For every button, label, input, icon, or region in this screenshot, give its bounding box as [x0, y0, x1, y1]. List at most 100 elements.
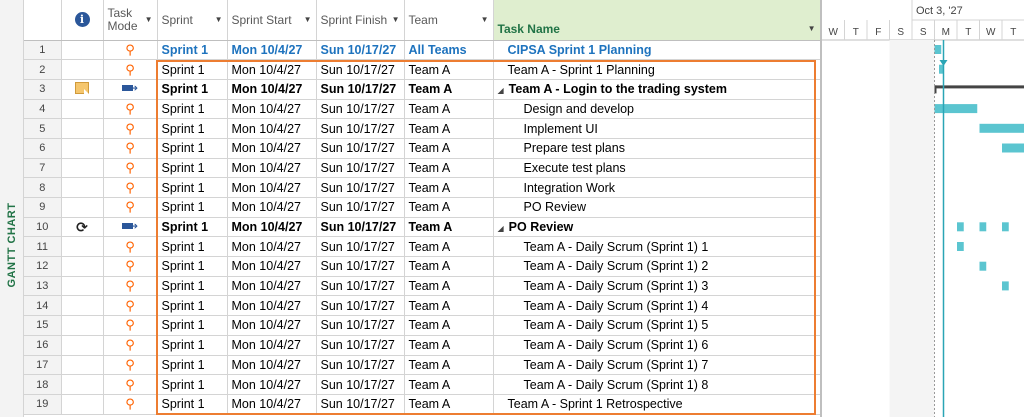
header-task-name[interactable]: Task Name ▼ — [493, 0, 820, 41]
row-sprint[interactable]: Sprint 1 — [157, 335, 228, 356]
row-team[interactable]: Team A — [404, 217, 494, 238]
row-sprint[interactable]: Sprint 1 — [157, 256, 228, 277]
chevron-down-icon[interactable]: ▼ — [215, 15, 223, 24]
row-sprint[interactable]: Sprint 1 — [157, 79, 228, 100]
row-team[interactable]: Team A — [404, 236, 494, 258]
row-sprint-finish[interactable]: Sun 10/17/27 — [316, 315, 405, 336]
note-icon[interactable] — [75, 81, 89, 94]
row-team[interactable]: Team A — [404, 59, 494, 80]
row-sprint-finish[interactable]: Sun 10/17/27 — [316, 335, 405, 356]
row-sprint-start[interactable]: Mon 10/4/27 — [227, 394, 317, 415]
row-task-mode[interactable]: ⚲ — [103, 295, 158, 317]
row-sprint-start[interactable]: Mon 10/4/27 — [227, 40, 317, 61]
row-task-mode[interactable]: ⚲ — [103, 138, 158, 159]
row-sprint-start[interactable]: Mon 10/4/27 — [227, 256, 317, 277]
row-task-name[interactable]: Integration Work — [493, 177, 820, 198]
row-task-name[interactable]: Team A - Daily Scrum (Sprint 1) 1 — [493, 236, 820, 258]
row-sprint[interactable]: Sprint 1 — [157, 355, 228, 376]
row-task-mode[interactable]: ⚲ — [103, 158, 158, 179]
row-sprint-finish[interactable]: Sun 10/17/27 — [316, 59, 405, 80]
row-task-name[interactable]: Team A - Sprint 1 Planning — [493, 59, 820, 80]
row-sprint[interactable]: Sprint 1 — [157, 118, 228, 139]
gantt-chart[interactable]: Oct 3, '27 W T F S S M T W T — [820, 0, 1024, 417]
table-row[interactable]: 19 ⚲ Sprint 1 Mon 10/4/27 Sun 10/17/27 Team A… — [24, 394, 820, 415]
row-task-name[interactable]: Implement UI — [493, 118, 820, 139]
row-task-mode[interactable]: ⚲ — [103, 315, 158, 336]
view-side-label[interactable]: GANTT CHART — [0, 0, 24, 417]
row-sprint-finish[interactable]: Sun 10/17/27 — [316, 177, 405, 198]
row-task-mode[interactable]: ⚲ — [103, 335, 158, 356]
row-sprint[interactable]: Sprint 1 — [157, 295, 228, 317]
row-team[interactable]: Team A — [404, 138, 494, 159]
row-sprint[interactable]: Sprint 1 — [157, 177, 228, 198]
table-row[interactable]: 18 ⚲ Sprint 1 Mon 10/4/27 Sun 10/17/27 Team A… — [24, 374, 820, 395]
row-sprint-finish[interactable]: Sun 10/17/27 — [316, 355, 405, 376]
row-team[interactable]: Team A — [404, 99, 494, 120]
table-row[interactable]: 5 ⚲ Sprint 1 Mon 10/4/27 Sun 10/17/27 Team A I… — [24, 118, 820, 139]
row-task-mode[interactable]: ⚲ — [103, 236, 158, 258]
row-sprint[interactable]: Sprint 1 — [157, 138, 228, 159]
row-sprint-finish[interactable]: Sun 10/17/27 — [316, 138, 405, 159]
row-team[interactable]: Team A — [404, 256, 494, 277]
chevron-down-icon[interactable]: ▼ — [145, 15, 153, 24]
row-task-mode[interactable]: ⚲ — [103, 59, 158, 80]
row-task-name[interactable]: Team A - Daily Scrum (Sprint 1) 5 — [493, 315, 820, 336]
row-sprint-start[interactable]: Mon 10/4/27 — [227, 335, 317, 356]
row-sprint-finish[interactable]: Sun 10/17/27 — [316, 118, 405, 139]
row-team[interactable]: Team A — [404, 315, 494, 336]
row-sprint[interactable]: Sprint 1 — [157, 158, 228, 179]
row-number[interactable]: 14 — [24, 295, 62, 317]
table-row[interactable]: 16 ⚲ Sprint 1 Mon 10/4/27 Sun 10/17/27 Team A… — [24, 335, 820, 356]
row-task-mode[interactable]: ⚲ — [103, 99, 158, 120]
table-row[interactable]: 15 ⚲ Sprint 1 Mon 10/4/27 Sun 10/17/27 Team A… — [24, 315, 820, 336]
row-team[interactable]: Team A — [404, 394, 494, 415]
row-sprint-start[interactable]: Mon 10/4/27 — [227, 99, 317, 120]
row-sprint[interactable]: Sprint 1 — [157, 59, 228, 80]
row-sprint[interactable]: Sprint 1 — [157, 394, 228, 415]
row-sprint[interactable]: Sprint 1 — [157, 315, 228, 336]
row-task-mode[interactable]: ⚲ — [103, 177, 158, 198]
row-sprint-finish[interactable]: Sun 10/17/27 — [316, 79, 405, 100]
row-sprint-start[interactable]: Mon 10/4/27 — [227, 355, 317, 376]
header-team[interactable]: Team ▼ — [404, 0, 494, 41]
row-task-mode[interactable]: ⚲ — [103, 118, 158, 139]
row-task-name[interactable]: Team A - Daily Scrum (Sprint 1) 4 — [493, 295, 820, 317]
row-team[interactable]: Team A — [404, 355, 494, 376]
row-number[interactable]: 3 — [24, 79, 62, 100]
row-sprint-start[interactable]: Mon 10/4/27 — [227, 374, 317, 395]
table-row[interactable]: 9 ⚲ Sprint 1 Mon 10/4/27 Sun 10/17/27 Team A P… — [24, 197, 820, 218]
table-row[interactable]: 7 ⚲ Sprint 1 Mon 10/4/27 Sun 10/17/27 Team A E… — [24, 158, 820, 179]
row-sprint-finish[interactable]: Sun 10/17/27 — [316, 197, 405, 218]
header-sprint-start[interactable]: Sprint Start ▼ — [227, 0, 317, 41]
row-sprint[interactable]: Sprint 1 — [157, 236, 228, 258]
table-row[interactable]: 2 ⚲ Sprint 1 Mon 10/4/27 Sun 10/17/27 Team A T… — [24, 59, 820, 80]
table-row[interactable]: 8 ⚲ Sprint 1 Mon 10/4/27 Sun 10/17/27 Team A I… — [24, 177, 820, 198]
row-task-mode[interactable]: ➔ — [103, 79, 158, 100]
row-sprint-finish[interactable]: Sun 10/17/27 — [316, 236, 405, 258]
chevron-down-icon[interactable]: ▼ — [304, 15, 312, 24]
row-sprint-finish[interactable]: Sun 10/17/27 — [316, 217, 405, 238]
row-sprint-start[interactable]: Mon 10/4/27 — [227, 236, 317, 258]
row-team[interactable]: All Teams — [404, 40, 494, 61]
row-sprint-start[interactable]: Mon 10/4/27 — [227, 295, 317, 317]
row-sprint-finish[interactable]: Sun 10/17/27 — [316, 99, 405, 120]
row-number[interactable]: 1 — [24, 40, 62, 61]
chevron-down-icon[interactable]: ▼ — [481, 15, 489, 24]
row-task-name[interactable]: ◢ PO Review — [493, 217, 820, 238]
row-sprint[interactable]: Sprint 1 — [157, 99, 228, 120]
row-number[interactable]: 16 — [24, 335, 62, 356]
row-sprint-finish[interactable]: Sun 10/17/27 — [316, 276, 405, 297]
row-team[interactable]: Team A — [404, 79, 494, 100]
row-task-name[interactable]: Team A - Daily Scrum (Sprint 1) 7 — [493, 355, 820, 376]
row-task-name[interactable]: Design and develop — [493, 99, 820, 120]
row-number[interactable]: 7 — [24, 158, 62, 179]
row-number[interactable]: 15 — [24, 315, 62, 336]
table-row[interactable]: 11 ⚲ Sprint 1 Mon 10/4/27 Sun 10/17/27 Team A… — [24, 236, 820, 258]
table-row[interactable]: 6 ⚲ Sprint 1 Mon 10/4/27 Sun 10/17/27 Team A P… — [24, 138, 820, 159]
row-task-name[interactable]: PO Review — [493, 197, 820, 218]
table-row[interactable]: 1 ⚲ Sprint 1 Mon 10/4/27 Sun 10/17/27 All Tea… — [24, 40, 820, 61]
table-row[interactable]: 17 ⚲ Sprint 1 Mon 10/4/27 Sun 10/17/27 Team A… — [24, 355, 820, 376]
row-team[interactable]: Team A — [404, 295, 494, 317]
row-sprint-start[interactable]: Mon 10/4/27 — [227, 118, 317, 139]
row-number[interactable]: 17 — [24, 355, 62, 376]
